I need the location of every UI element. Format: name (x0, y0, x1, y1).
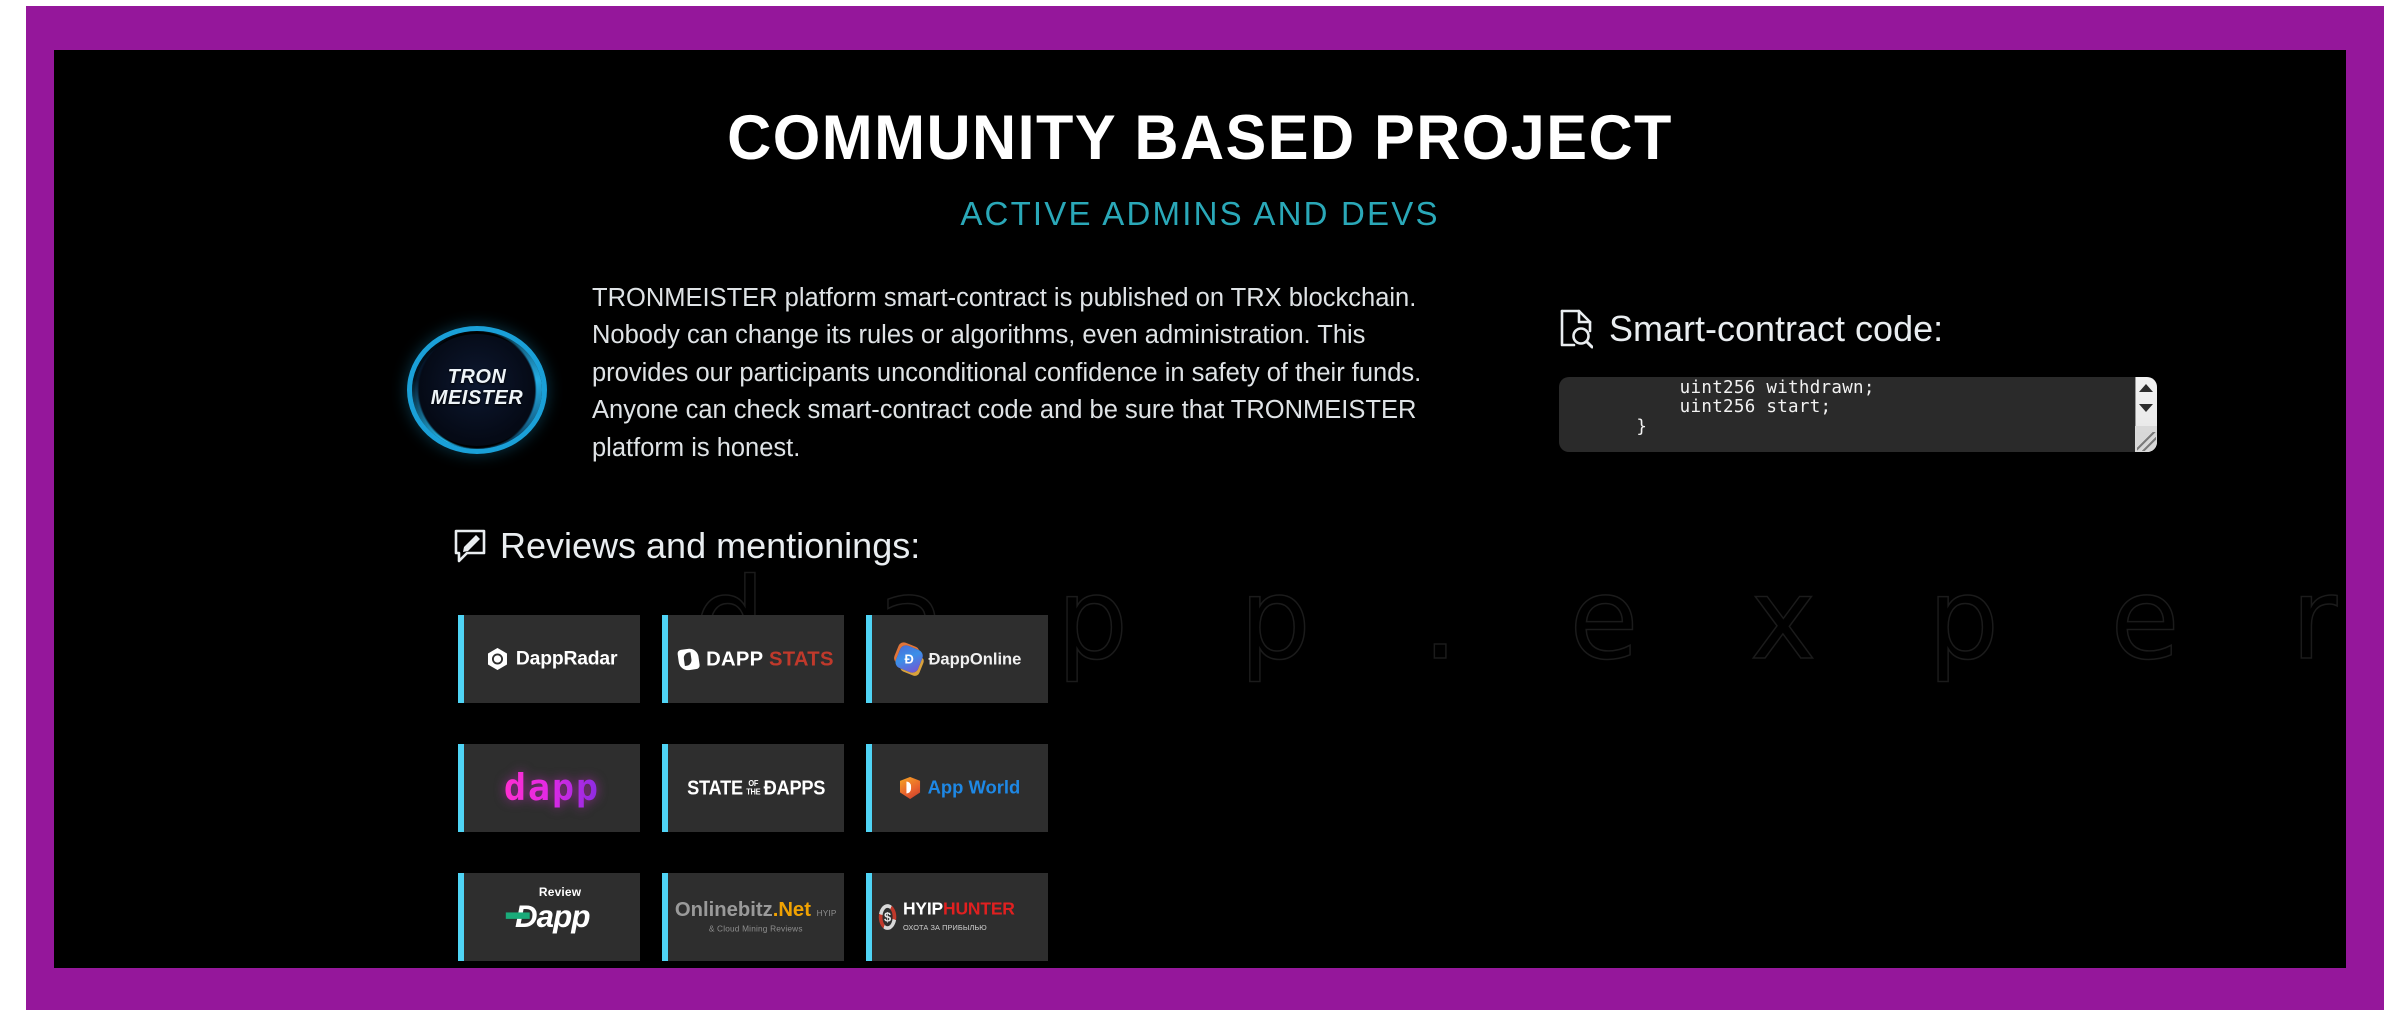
reviews-heading: Reviews and mentionings: (454, 525, 920, 567)
review-card-dappradar[interactable]: DappRadar (458, 615, 640, 703)
dappradar-label: DappRadar (515, 647, 618, 670)
hyiphunter-logo-group: HYIPHUNTER ОХОТА ЗА ПРИБЫЛЬЮ (878, 900, 1041, 934)
review-card-dapponline[interactable]: Ð ÐappOnline (866, 615, 1048, 703)
review-cards-grid: DappRadar DAPP STATS Ð ÐappOnline dapp S… (458, 615, 1048, 961)
hyiphunter-tagline: ОХОТА ЗА ПРИБЫЛЬЮ (902, 923, 987, 932)
sotd-word-state: STATE (686, 776, 743, 800)
dappradar-logo-icon (487, 647, 507, 671)
onlinebitz-label-main: Onlinebitz.Net (675, 897, 817, 920)
reviewdapp-dash-icon (505, 911, 530, 919)
scroll-up-arrow-icon[interactable] (2139, 384, 2153, 392)
page-title: COMMUNITY BASED PROJECT (727, 103, 1673, 173)
dappworld-logo-icon (899, 776, 920, 800)
content-stage: d a p p . e x p e r t COMMUNITY BASED PR… (54, 50, 2346, 968)
document-search-icon (1560, 309, 1593, 349)
smart-contract-code-box[interactable]: uint256 amount; uint256 withdrawn; uint2… (1559, 377, 2157, 452)
hyiphunter-label-main: HYIPHUNTER (903, 899, 1015, 918)
page-subtitle: ACTIVE ADMINS AND DEVS (960, 195, 1440, 232)
dappstats-label-primary: DAPP (705, 647, 763, 671)
stateofthedapps-label: STATE OF THE ÐAPPS (687, 776, 825, 800)
code-scrollbar[interactable] (2135, 377, 2157, 452)
onlinebitz-label-primary: Onlinebitz (674, 897, 773, 921)
sotd-word-ofthe: OF THE (745, 779, 760, 797)
sotd-word-the: THE (745, 787, 760, 797)
review-card-dappworld[interactable]: App World (866, 744, 1048, 832)
page-root: d a p p . e x p e r t COMMUNITY BASED PR… (0, 0, 2400, 1016)
dappstats-label: DAPP STATS (706, 647, 834, 671)
smart-contract-heading-text: Smart-contract code: (1609, 308, 1944, 349)
logo-line-1: TRON (447, 366, 507, 388)
resize-grip-icon[interactable] (2137, 432, 2156, 451)
review-card-dappstats[interactable]: DAPP STATS (662, 615, 844, 703)
smart-contract-code-text: uint256 amount; uint256 withdrawn; uint2… (1636, 377, 1875, 437)
hyiphunter-label-secondary: HUNTER (943, 899, 1015, 919)
dappstats-label-secondary: STATS (768, 647, 834, 671)
tronmeister-logo: TRON MEISTER (407, 326, 547, 454)
dappworld-label: App World (927, 777, 1020, 798)
review-card-onlinebitz[interactable]: Onlinebitz.Net HYIP & Cloud Mining Revie… (662, 873, 844, 961)
reviewdapp-label-small: Review (538, 884, 581, 899)
dapponline-label: ÐappOnline (928, 649, 1022, 668)
dappstats-logo-icon (676, 647, 700, 671)
reviews-heading-text: Reviews and mentionings: (500, 525, 921, 566)
hyiphunter-logo-icon (878, 904, 897, 930)
review-pen-icon (454, 529, 486, 563)
reviewdapp-label: Review Dapp (505, 884, 590, 935)
review-card-stateofthedapps[interactable]: STATE OF THE ÐAPPS (662, 744, 844, 832)
onlinebitz-label: Onlinebitz.Net HYIP & Cloud Mining Revie… (675, 898, 837, 935)
sotd-word-dapps: ÐAPPS (763, 776, 825, 800)
smart-contract-section: Smart-contract code: uint256 amount; uin… (1559, 308, 2199, 452)
dapp-label: dapp (503, 766, 600, 810)
dapponline-logo-letter: Ð (904, 651, 915, 667)
dapponline-logo-icon: Ð (894, 643, 926, 675)
tronmeister-logo-text: TRON MEISTER (412, 367, 542, 409)
review-card-dapp[interactable]: dapp (458, 744, 640, 832)
hyiphunter-label-primary: HYIP (902, 899, 944, 919)
logo-line-2: MEISTER (430, 387, 524, 409)
intro-paragraph: TRONMEISTER platform smart-contract is p… (592, 284, 1422, 462)
onlinebitz-label-secondary: .Net (772, 897, 811, 921)
smart-contract-heading: Smart-contract code: (1559, 308, 2199, 350)
scroll-down-arrow-icon[interactable] (2139, 404, 2153, 412)
hyiphunter-label: HYIPHUNTER ОХОТА ЗА ПРИБЫЛЬЮ (903, 900, 1041, 934)
review-card-reviewdapp[interactable]: Review Dapp (458, 873, 640, 961)
review-card-hyiphunter[interactable]: HYIPHUNTER ОХОТА ЗА ПРИБЫЛЬЮ (866, 873, 1048, 961)
